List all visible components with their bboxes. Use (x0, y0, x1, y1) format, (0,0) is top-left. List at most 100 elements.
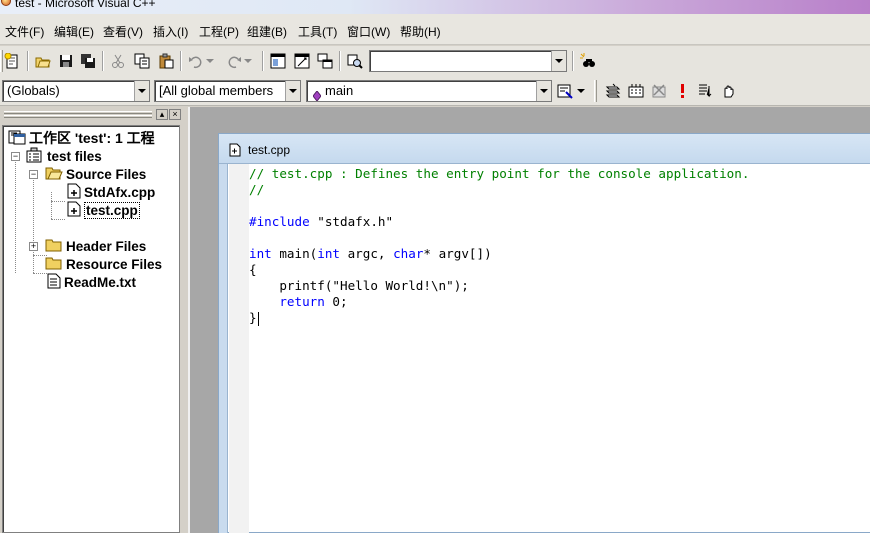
code-line[interactable]: } (249, 310, 870, 326)
code-line[interactable] (249, 198, 870, 214)
code-line[interactable]: { (249, 262, 870, 278)
find-combo[interactable] (369, 50, 567, 72)
tree-folder-header[interactable]: Header Files (45, 237, 146, 255)
cut-icon[interactable] (108, 51, 128, 71)
menu-window[interactable]: 窗口(W) (347, 23, 390, 40)
tree-file-test[interactable]: test.cpp (67, 201, 140, 219)
code-text: argc, (340, 246, 394, 261)
go-icon[interactable] (695, 81, 715, 101)
editor-selection-margin[interactable] (229, 164, 249, 533)
chevron-down-icon[interactable] (285, 81, 300, 101)
text-caret (257, 311, 259, 326)
code-line[interactable]: return 0; (249, 294, 870, 310)
redo-dropdown-icon[interactable] (242, 51, 254, 71)
code-text: { (249, 262, 257, 277)
find-in-files-icon[interactable] (345, 51, 365, 71)
project-icon (26, 147, 44, 166)
workspace-root[interactable]: 工作区 'test': 1 工程 (8, 129, 155, 147)
tree-folder-resource[interactable]: Resource Files (45, 255, 162, 273)
code-line[interactable]: #include "stdafx.h" (249, 214, 870, 230)
wizard-action-icon[interactable] (555, 81, 575, 101)
collapse-source-folder-icon[interactable]: − (29, 170, 38, 179)
output-window-icon[interactable] (292, 51, 312, 71)
workspace-icon (8, 129, 26, 148)
menu-build[interactable]: 组建(B) (247, 23, 287, 40)
code-text: * argv[]) (423, 246, 492, 261)
chevron-down-icon[interactable] (551, 51, 566, 71)
members-combo[interactable]: [All global members (154, 80, 301, 102)
menu-edit[interactable]: 编辑(E) (54, 23, 94, 40)
copy-icon[interactable] (132, 51, 152, 71)
code-keyword: #include (249, 214, 310, 229)
toolbar-grip[interactable] (594, 80, 597, 102)
wizard-action-dropdown-icon[interactable] (574, 81, 588, 101)
class-scope-combo[interactable]: (Globals) (2, 80, 150, 102)
close-pane-icon[interactable]: × (169, 109, 181, 120)
menu-help[interactable]: 帮助(H) (400, 23, 441, 40)
code-keyword: return (279, 294, 325, 309)
undo-dropdown-icon[interactable] (204, 51, 216, 71)
code-editor[interactable]: // test.cpp : Defines the entry point fo… (249, 166, 870, 326)
menu-tools[interactable]: 工具(T) (298, 23, 337, 40)
window-list-icon[interactable] (315, 51, 335, 71)
tree-folder-source[interactable]: Source Files (45, 165, 146, 183)
chevron-down-icon[interactable] (536, 81, 551, 101)
open-folder-icon[interactable] (33, 51, 53, 71)
menu-project[interactable]: 工程(P) (199, 23, 239, 40)
tree-file-readme[interactable]: ReadMe.txt (47, 273, 136, 291)
code-comment: // (249, 182, 265, 197)
new-text-file-icon[interactable] (2, 51, 22, 71)
menu-insert[interactable]: 插入(I) (153, 23, 188, 40)
save-all-icon[interactable] (78, 51, 98, 71)
workspace-pane-header[interactable]: ▴ × (0, 107, 188, 125)
editor-frame-border (219, 164, 228, 533)
menu-file[interactable]: 文件(F) (5, 23, 44, 40)
breakpoint-hand-icon[interactable] (718, 81, 738, 101)
undo-icon[interactable] (186, 51, 206, 71)
save-icon[interactable] (56, 51, 76, 71)
redo-icon[interactable] (224, 51, 244, 71)
execute-icon[interactable] (672, 81, 692, 101)
paste-icon[interactable] (156, 51, 176, 71)
standard-toolbar (0, 46, 870, 76)
function-combo[interactable]: main (306, 80, 552, 102)
app-icon (1, 0, 11, 6)
workspace-pane: ▴ × 工作区 'test': 1 工程 − test files − Sour… (0, 107, 188, 533)
editor-window: test.cpp // test.cpp : Defines the entry… (218, 133, 870, 533)
collapse-project-icon[interactable]: − (11, 152, 20, 161)
code-line[interactable]: int main(int argc, char* argv[]) (249, 246, 870, 262)
code-text: printf("Hello World!\n"); (249, 278, 469, 293)
code-line[interactable]: // test.cpp : Defines the entry point fo… (249, 166, 870, 182)
expand-header-folder-icon[interactable]: + (29, 242, 38, 251)
code-keyword: int (249, 246, 272, 261)
stop-build-icon[interactable] (649, 81, 669, 101)
folder-icon (45, 237, 63, 255)
tree-project[interactable]: test files (26, 147, 102, 165)
toolbar-separator (180, 51, 182, 71)
code-text: } (249, 310, 257, 325)
chevron-down-icon[interactable] (134, 81, 149, 101)
document-icon (229, 143, 241, 160)
tree-file-stdafx[interactable]: StdAfx.cpp (67, 183, 155, 201)
toolbar-separator (102, 51, 104, 71)
editor-filename: test.cpp (248, 143, 291, 157)
workspace-window-icon[interactable] (268, 51, 288, 71)
code-line[interactable] (249, 230, 870, 246)
function-member-icon (312, 87, 322, 101)
build-icon[interactable] (626, 81, 646, 101)
editor-title-bar[interactable]: test.cpp (219, 134, 870, 164)
compile-icon[interactable] (603, 81, 623, 101)
code-line[interactable]: printf("Hello World!\n"); (249, 278, 870, 294)
code-comment: // test.cpp : Defines the entry point fo… (249, 166, 750, 181)
code-keyword: int (317, 246, 340, 261)
toolbar-separator (262, 51, 264, 71)
menu-view[interactable]: 查看(V) (103, 23, 143, 40)
title-bar: test - Microsoft Visual C++ (0, 0, 870, 14)
maximize-pane-icon[interactable]: ▴ (156, 109, 168, 120)
toolbar-separator (339, 51, 341, 71)
code-line[interactable]: // (249, 182, 870, 198)
file-view-tree: 工作区 'test': 1 工程 − test files − Source F… (2, 125, 180, 533)
find-icon[interactable] (577, 51, 597, 71)
text-file-icon (47, 273, 61, 292)
toolbar-separator (27, 51, 29, 71)
